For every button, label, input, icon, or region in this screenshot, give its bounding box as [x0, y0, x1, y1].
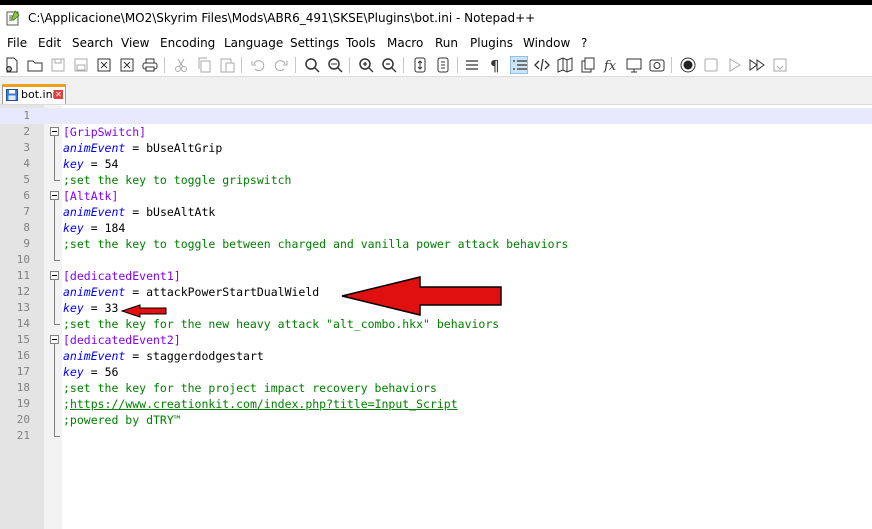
screenshot-icon[interactable]: [648, 56, 666, 74]
xml-tag-icon[interactable]: [533, 56, 551, 74]
toolbar-separator: [295, 57, 296, 73]
undo-icon[interactable]: [249, 56, 267, 74]
document-map-icon[interactable]: [556, 56, 574, 74]
editor-pane[interactable]: 1 2 [GripSwitch] 3 animEvent = bUseAltGrip 4 k…: [0, 104, 872, 529]
replace-icon[interactable]: [326, 56, 344, 74]
stop-macro-icon[interactable]: [702, 56, 720, 74]
record-macro-icon[interactable]: [679, 56, 697, 74]
toolbar-separator: [241, 57, 242, 73]
menu-encoding[interactable]: Encoding: [160, 36, 215, 50]
tab-close-icon[interactable]: ✕: [54, 90, 63, 99]
annotation-arrows: [120, 276, 502, 318]
clipboard-history-icon[interactable]: [579, 56, 597, 74]
title-bar: C:\Applicacione\MO2\Skyrim Files\Mods\AB…: [0, 0, 872, 32]
close-icon[interactable]: [95, 56, 113, 74]
svg-text:fx: fx: [603, 59, 617, 74]
cut-icon[interactable]: [172, 56, 190, 74]
zoom-in-icon[interactable]: [357, 56, 375, 74]
tab-label: bot.ini: [21, 88, 56, 101]
menu-plugins[interactable]: Plugins: [470, 36, 513, 50]
toolbar-separator: [403, 57, 404, 73]
word-wrap-icon[interactable]: [434, 56, 452, 74]
function-list-icon[interactable]: fx: [602, 56, 620, 74]
monitor-icon[interactable]: [625, 56, 643, 74]
new-file-icon[interactable]: [3, 56, 21, 74]
copy-icon[interactable]: [195, 56, 213, 74]
find-icon[interactable]: [303, 56, 321, 74]
save-macro-icon[interactable]: [771, 56, 789, 74]
run-multiple-macro-icon[interactable]: [748, 56, 766, 74]
menu-edit[interactable]: Edit: [38, 36, 61, 50]
menu-file[interactable]: File: [7, 36, 27, 50]
menu-search[interactable]: Search: [72, 36, 113, 50]
tab-bot-ini[interactable]: bot.ini ✕: [2, 84, 66, 104]
sync-scroll-icon[interactable]: [411, 56, 429, 74]
menu-view[interactable]: View: [121, 36, 149, 50]
toolbar: ¶ fx: [0, 54, 872, 76]
red-arrow-large: [341, 276, 502, 316]
close-all-icon[interactable]: [118, 56, 136, 74]
toolbar-separator: [164, 57, 165, 73]
saved-file-icon: [6, 89, 18, 101]
zoom-out-icon[interactable]: [380, 56, 398, 74]
menu-bar: File Edit Search View Encoding Language …: [0, 34, 872, 54]
play-macro-icon[interactable]: [725, 56, 743, 74]
pilcrow-icon[interactable]: ¶: [486, 56, 504, 75]
save-icon[interactable]: [49, 56, 67, 74]
paste-icon[interactable]: [218, 56, 236, 74]
menu-help[interactable]: ?: [581, 36, 587, 50]
menu-window[interactable]: Window: [523, 36, 570, 50]
toolbar-separator: [349, 57, 350, 73]
svg-text:¶: ¶: [490, 57, 500, 74]
toolbar-separator: [457, 57, 458, 73]
menu-settings[interactable]: Settings: [290, 36, 339, 50]
menu-tools[interactable]: Tools: [346, 36, 376, 50]
toolbar-separator: [671, 57, 672, 73]
window-title: C:\Applicacione\MO2\Skyrim Files\Mods\AB…: [28, 11, 536, 25]
menu-language[interactable]: Language: [224, 36, 283, 50]
tab-strip: bot.ini ✕: [0, 76, 872, 105]
show-all-chars-icon[interactable]: [463, 56, 481, 74]
notepad-plus-plus-icon: [6, 10, 20, 26]
menu-run[interactable]: Run: [435, 36, 458, 50]
indent-guide-icon[interactable]: [510, 56, 528, 74]
print-icon[interactable]: [141, 56, 159, 74]
menu-macro[interactable]: Macro: [387, 36, 423, 50]
open-file-icon[interactable]: [26, 56, 44, 74]
red-arrow-small: [120, 304, 167, 318]
redo-icon[interactable]: [272, 56, 290, 74]
save-all-icon[interactable]: [72, 56, 90, 74]
